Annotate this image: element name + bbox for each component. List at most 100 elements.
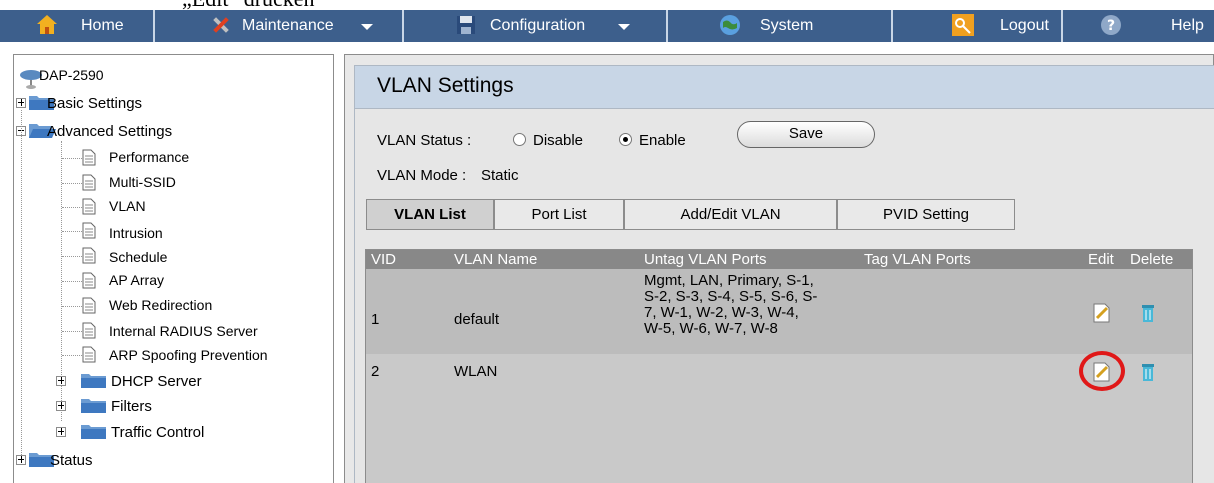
trash-icon[interactable] [1141,362,1155,382]
tree-item-intrusion[interactable]: Intrusion [109,225,163,241]
expand-icon[interactable] [56,376,66,386]
vid-cell: 1 [371,311,380,328]
tab-add-edit-vlan[interactable]: Add/Edit VLAN [624,199,837,230]
table-row: 2 WLAN [366,351,1192,391]
vlan-table: VID VLAN Name Untag VLAN Ports Tag VLAN … [365,249,1193,483]
tree-item-schedule[interactable]: Schedule [109,249,167,265]
tab-pvid-setting[interactable]: PVID Setting [837,199,1015,230]
table-header: VID VLAN Name Untag VLAN Ports Tag VLAN … [366,250,1192,269]
vlan-mode-value: Static [481,167,519,184]
tree-item-multi-ssid[interactable]: Multi-SSID [109,174,176,190]
tree-connector [62,281,82,282]
nav-maintenance[interactable]: Maintenance [155,10,404,42]
tree-item-web-redirection[interactable]: Web Redirection [109,297,212,313]
nav-logout[interactable]: Logout [893,10,1063,42]
tools-icon [213,17,229,33]
column-header-delete: Delete [1130,251,1174,268]
untag-ports-line: S-2, S-3, S-4, S-5, S-6, S- [644,288,818,305]
tree-connector [62,306,82,307]
untag-ports-line: Mgmt, LAN, Primary, S-1, [644,272,814,289]
main-panel: VLAN Settings VLAN Status : Disable Enab… [344,54,1214,483]
folder-icon [81,425,106,439]
tree-connector [62,331,82,332]
page-title: VLAN Settings [377,74,514,97]
vlan-name-cell: WLAN [454,363,498,380]
tab-bar: VLAN List Port List Add/Edit VLAN PVID S… [366,199,1015,230]
help-icon: ? [1101,15,1121,35]
nav-home-label: Home [81,17,124,34]
nav-system[interactable]: System [668,10,893,42]
tree-advanced-settings[interactable]: Advanced Settings [47,123,172,140]
disable-radio[interactable] [513,133,526,146]
expand-icon[interactable] [56,401,66,411]
trash-icon[interactable] [1141,303,1155,323]
tree-status[interactable]: Status [50,452,93,469]
chevron-down-icon [361,24,373,30]
expand-icon[interactable] [56,427,66,437]
chevron-down-icon [618,24,630,30]
nav-maintenance-label: Maintenance [242,17,334,34]
page-icon [82,247,96,264]
untag-ports-line: 7, W-1, W-2, W-3, W-4, [644,304,799,321]
vlan-settings-panel: VLAN Settings VLAN Status : Disable Enab… [354,65,1214,483]
tree-connector [62,207,82,208]
tree-connector [62,256,82,257]
nav-configuration-label: Configuration [490,17,586,34]
page-icon [82,198,96,215]
nav-configuration[interactable]: Configuration [404,10,668,42]
tree-item-ap-array[interactable]: AP Array [109,272,164,288]
nav-help[interactable]: ? Help [1063,10,1214,42]
edit-icon[interactable] [1093,303,1111,323]
page-icon [82,322,96,339]
tree-connector [62,231,82,232]
tree-connector [62,158,82,159]
tree-item-performance[interactable]: Performance [109,149,189,165]
folder-icon [81,399,106,413]
key-icon [952,14,974,36]
tree-connector [62,355,82,356]
floppy-icon [457,16,475,34]
globe-icon [720,15,740,35]
navigation-tree: DAP-2590 Basic Settings Advanced Setting… [13,54,334,483]
top-navigation-bar: Home Maintenance Configuration System Lo… [0,10,1214,42]
nav-help-label: Help [1171,17,1204,34]
tree-item-internal-radius-server[interactable]: Internal RADIUS Server [109,323,258,339]
vlan-status-label: VLAN Status : [377,132,472,149]
tab-vlan-list[interactable]: VLAN List [366,199,494,230]
tree-basic-settings[interactable]: Basic Settings [47,95,142,112]
tree-connector [21,110,22,465]
column-header-tag-ports: Tag VLAN Ports [864,251,971,268]
page-icon [82,346,96,363]
vlan-mode-label: VLAN Mode : [377,167,467,184]
tree-folder-dhcp-server[interactable]: DHCP Server [111,373,202,390]
tree-item-vlan[interactable]: VLAN [109,198,146,214]
untag-ports-cell: Mgmt, LAN, Primary, S-1, S-2, S-3, S-4, … [644,273,874,337]
tree-folder-filters[interactable]: Filters [111,398,152,415]
enable-label: Enable [639,132,686,149]
tab-port-list[interactable]: Port List [494,199,624,230]
page-icon [82,297,96,314]
vlan-name-cell: default [454,311,500,328]
page-icon [82,272,96,289]
page-icon [82,174,96,191]
enable-radio[interactable] [619,133,632,146]
nav-logout-label: Logout [1000,17,1049,34]
nav-system-label: System [760,17,814,34]
tree-root-dap-2590[interactable]: DAP-2590 [39,67,104,83]
expand-icon[interactable] [16,455,26,465]
page-icon [82,222,96,239]
vid-cell: 2 [371,363,380,380]
disable-label: Disable [533,132,584,149]
svg-text:?: ? [1107,18,1115,34]
nav-home[interactable]: Home [0,10,155,42]
highlight-circle [1079,351,1125,391]
home-icon [37,15,57,34]
column-header-vlan-name: VLAN Name [454,251,538,268]
tree-folder-traffic-control[interactable]: Traffic Control [111,424,204,441]
untag-ports-line: W-5, W-6, W-7, W-8 [644,320,778,337]
save-button[interactable]: Save [737,121,875,148]
tree-item-arp-spoofing-prevention[interactable]: ARP Spoofing Prevention [109,347,268,363]
expand-icon[interactable] [16,98,26,108]
panel-header: VLAN Settings [355,66,1214,109]
page-icon [82,149,96,166]
